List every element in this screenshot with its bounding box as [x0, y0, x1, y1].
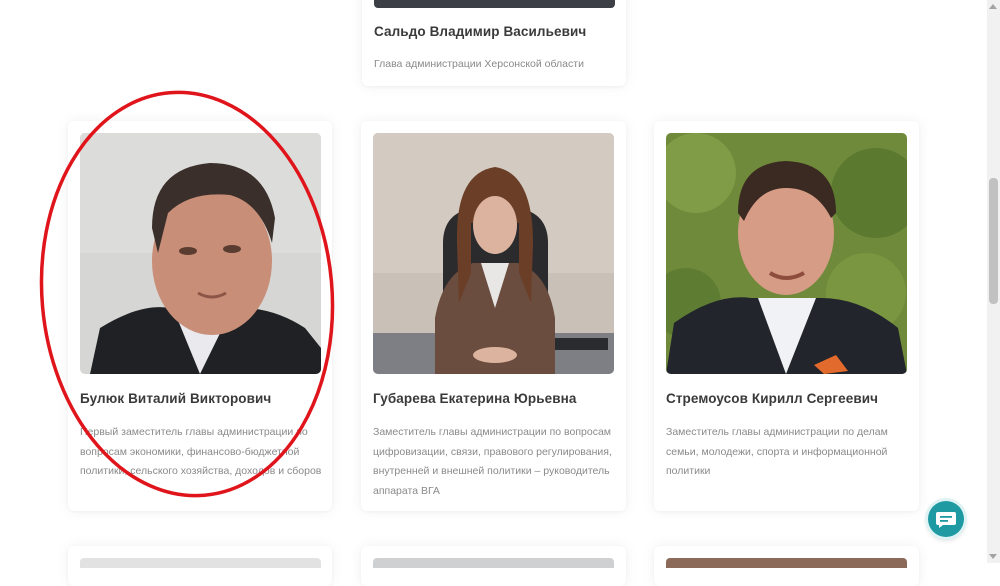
official-role: Первый заместитель главы администрации п… [80, 426, 322, 477]
official-card-gubareva[interactable]: Губарева Екатерина Юрьевна Заместитель г… [361, 121, 626, 511]
official-photo-gubareva [373, 133, 614, 374]
official-photo-next-3 [666, 558, 907, 568]
scrollbar-thumb[interactable] [989, 178, 998, 304]
official-name[interactable]: Сальдо Владимир Васильевич [374, 24, 618, 39]
chat-button[interactable] [928, 501, 964, 537]
official-role: Заместитель главы администрации по вопро… [373, 426, 612, 497]
official-card-next-3[interactable] [654, 546, 919, 586]
official-card-bulyuk[interactable]: Булюк Виталий Викторович Первый заместит… [68, 121, 332, 511]
official-photo-next-2 [373, 558, 614, 568]
scrollbar[interactable] [987, 0, 1000, 563]
official-name[interactable]: Губарева Екатерина Юрьевна [373, 391, 618, 406]
official-photo-saldo [374, 0, 615, 8]
official-card-stremousov[interactable]: Стремоусов Кирилл Сергеевич Заместитель … [654, 121, 919, 511]
official-card-saldo[interactable]: Сальдо Владимир Васильевич Глава админис… [362, 0, 626, 86]
official-role: Заместитель главы администрации по делам… [666, 426, 888, 477]
chat-bubble-icon [936, 512, 956, 528]
official-role: Глава администрации Херсонской области [374, 58, 584, 70]
official-photo-stremousov [666, 133, 907, 374]
official-card-next-1[interactable] [68, 546, 332, 586]
official-photo-bulyuk [80, 133, 321, 374]
official-photo-next-1 [80, 558, 321, 568]
official-name[interactable]: Булюк Виталий Викторович [80, 391, 324, 406]
scroll-up-arrow-icon[interactable] [989, 4, 997, 9]
official-name[interactable]: Стремоусов Кирилл Сергеевич [666, 391, 911, 406]
scroll-down-arrow-icon[interactable] [989, 554, 997, 559]
official-card-next-2[interactable] [361, 546, 626, 586]
